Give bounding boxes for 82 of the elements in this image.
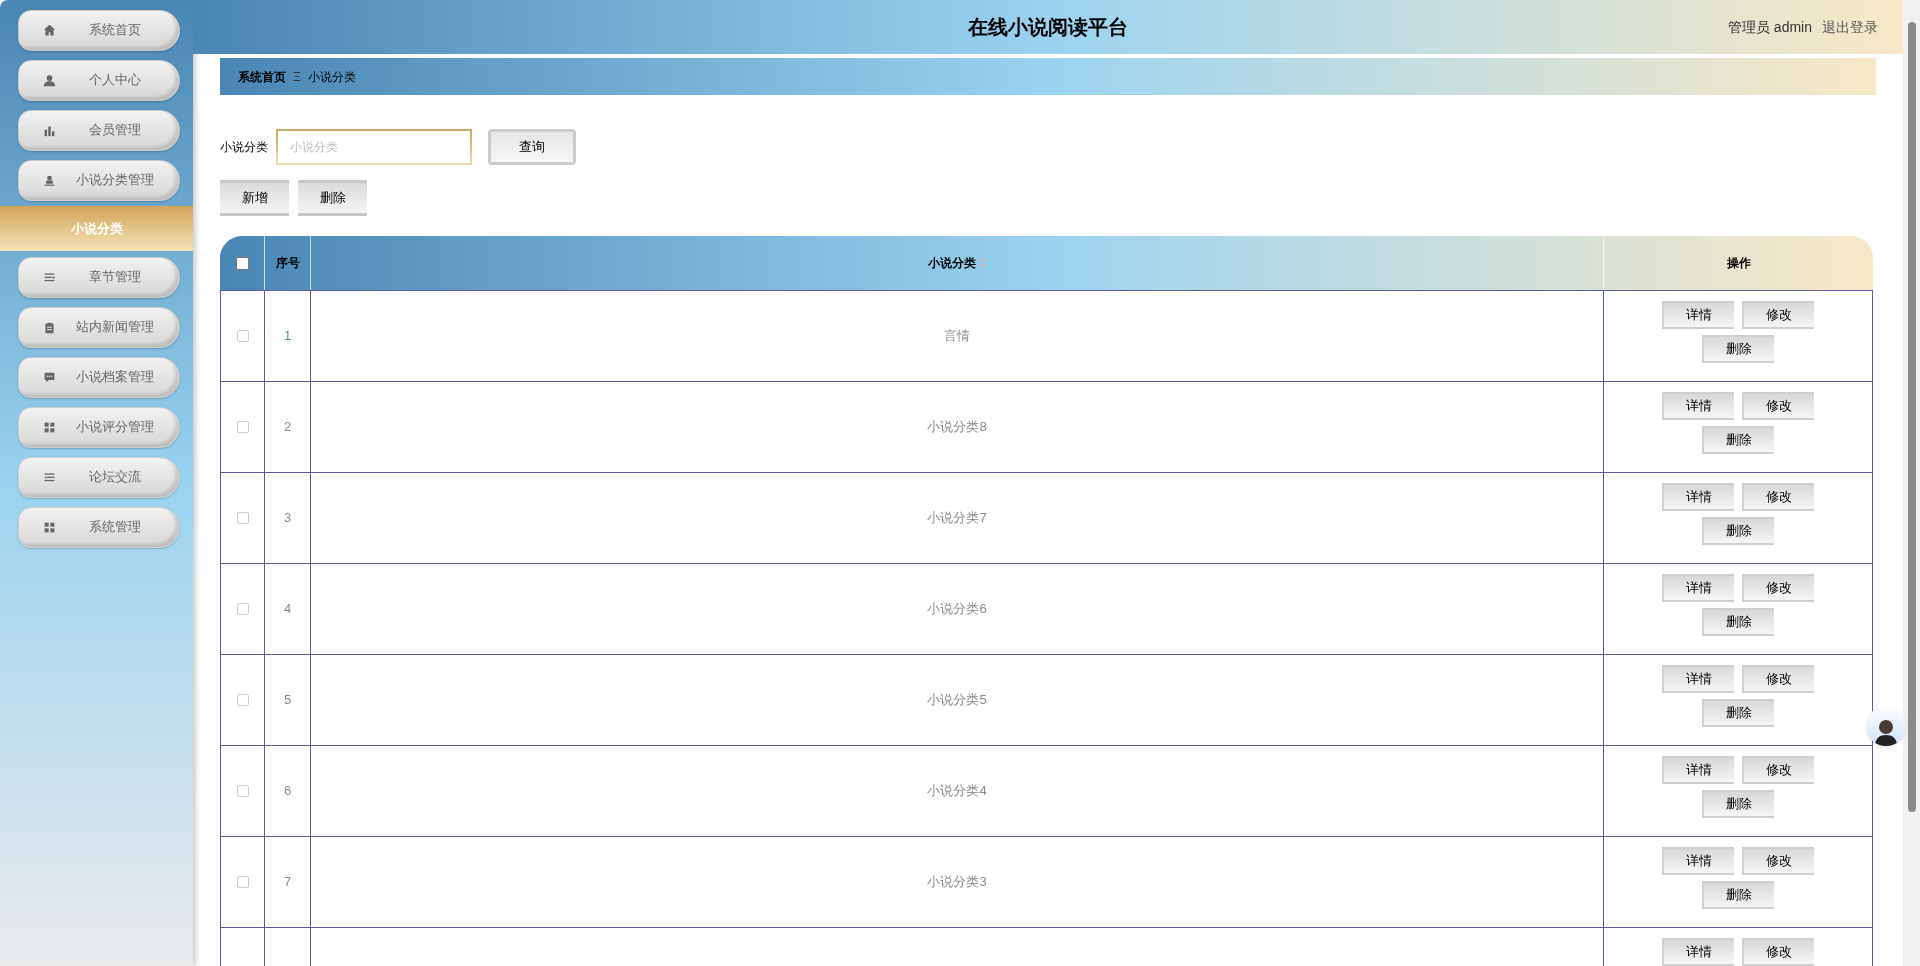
table-cell-text: 6 <box>283 782 292 801</box>
checkbox[interactable] <box>236 785 249 797</box>
checkbox[interactable] <box>236 512 249 524</box>
search-button[interactable]: 查询 <box>488 129 576 165</box>
action-button[interactable]: 新增 <box>220 180 289 216</box>
row-action-button[interactable]: 详情 <box>1662 665 1734 693</box>
row-action-button[interactable]: 修改 <box>1742 483 1814 511</box>
table-cell-text: 7 <box>283 873 292 892</box>
table-cell-text: 小说分类7 <box>927 509 987 528</box>
table-cell-text: 小说分类5 <box>927 691 987 710</box>
app-title: 在线小说阅读平台 <box>968 15 1128 40</box>
menu-item[interactable]: 论坛交流 <box>18 456 180 498</box>
menu-item[interactable]: 小说档案管理 <box>18 356 180 398</box>
search-field[interactable]: 小说分类 <box>276 129 472 165</box>
row-action-button[interactable]: 修改 <box>1742 665 1814 693</box>
grid-icon <box>43 420 56 434</box>
row-action-button[interactable]: 删除 <box>1702 608 1774 636</box>
menu-item[interactable]: 站内新闻管理 <box>18 306 180 348</box>
table-cell-text: 5 <box>283 691 292 710</box>
checkbox[interactable] <box>235 256 249 270</box>
checkbox[interactable] <box>236 876 249 888</box>
row-action-button[interactable]: 删除 <box>1702 517 1774 545</box>
list-icon <box>43 470 56 484</box>
table-cell-text: 1 <box>283 327 292 346</box>
home-icon <box>43 23 56 37</box>
row-action-button[interactable]: 详情 <box>1662 847 1734 875</box>
row-action-button[interactable]: 修改 <box>1742 756 1814 784</box>
row-action-button[interactable]: 删除 <box>1702 790 1774 818</box>
row-action-button[interactable]: 删除 <box>1702 426 1774 454</box>
menu-item[interactable]: 会员管理 <box>18 109 180 151</box>
column-header[interactable]: 小说分类 <box>928 254 976 272</box>
checkbox[interactable] <box>236 330 249 342</box>
action-button[interactable]: 删除 <box>298 180 367 216</box>
stamp-icon <box>43 173 56 187</box>
menu-item[interactable]: 个人中心 <box>18 59 180 101</box>
scrollbar[interactable] <box>1903 0 1920 966</box>
table-cell-text: 小说分类6 <box>927 600 987 619</box>
bar-chart-icon <box>43 123 56 137</box>
row-action-button[interactable]: 删除 <box>1702 699 1774 727</box>
row-action-button[interactable]: 修改 <box>1742 574 1814 602</box>
table-cell-text: 言情 <box>944 327 970 346</box>
row-action-button[interactable]: 详情 <box>1662 392 1734 420</box>
breadcrumb-link[interactable]: 系统首页 <box>238 67 286 86</box>
menu-item[interactable]: 小说分类管理 <box>18 159 180 201</box>
separator: Ξ <box>293 68 301 86</box>
sort-icon[interactable] <box>979 258 986 268</box>
row-action-button[interactable]: 删除 <box>1702 881 1774 909</box>
column-header: 序号 <box>265 236 311 290</box>
row-action-button[interactable]: 修改 <box>1742 847 1814 875</box>
menu-item[interactable]: 章节管理 <box>18 256 180 298</box>
logout-link[interactable]: 退出登录 <box>1822 16 1878 38</box>
menu-item[interactable]: 小说评分管理 <box>18 406 180 448</box>
table-cell-text: 小说分类8 <box>927 418 987 437</box>
menu-item[interactable]: 系统管理 <box>18 506 180 548</box>
avatar[interactable] <box>1866 706 1906 746</box>
row-action-button[interactable]: 删除 <box>1702 335 1774 363</box>
checkbox[interactable] <box>236 603 249 615</box>
row-action-button[interactable]: 详情 <box>1662 938 1734 966</box>
row-action-button[interactable]: 详情 <box>1662 301 1734 329</box>
column-header: 操作 <box>1725 255 1752 272</box>
breadcrumb-link[interactable]: 小说分类 <box>307 67 356 86</box>
grid-icon <box>43 520 56 534</box>
clipboard-icon <box>43 320 56 334</box>
search-label: 小说分类 <box>220 139 268 156</box>
chat-icon <box>43 370 56 384</box>
row-action-button[interactable]: 详情 <box>1662 574 1734 602</box>
row-action-button[interactable]: 修改 <box>1742 938 1814 966</box>
table-cell-text: 4 <box>283 600 292 619</box>
table-cell-text: 小说分类3 <box>927 873 987 892</box>
row-action-button[interactable]: 修改 <box>1742 301 1814 329</box>
row-action-button[interactable]: 详情 <box>1662 483 1734 511</box>
row-action-button[interactable]: 修改 <box>1742 392 1814 420</box>
user-label: 管理员 admin <box>1727 17 1812 37</box>
table-cell-text: 2 <box>283 418 292 437</box>
list-icon <box>43 270 56 284</box>
table-cell-text: 小说分类4 <box>927 782 987 801</box>
checkbox[interactable] <box>236 694 249 706</box>
menu-item[interactable]: 系统首页 <box>18 9 180 51</box>
table-cell-text: 3 <box>283 509 292 528</box>
user-icon <box>43 73 56 87</box>
checkbox[interactable] <box>236 421 249 433</box>
row-action-button[interactable]: 详情 <box>1662 756 1734 784</box>
